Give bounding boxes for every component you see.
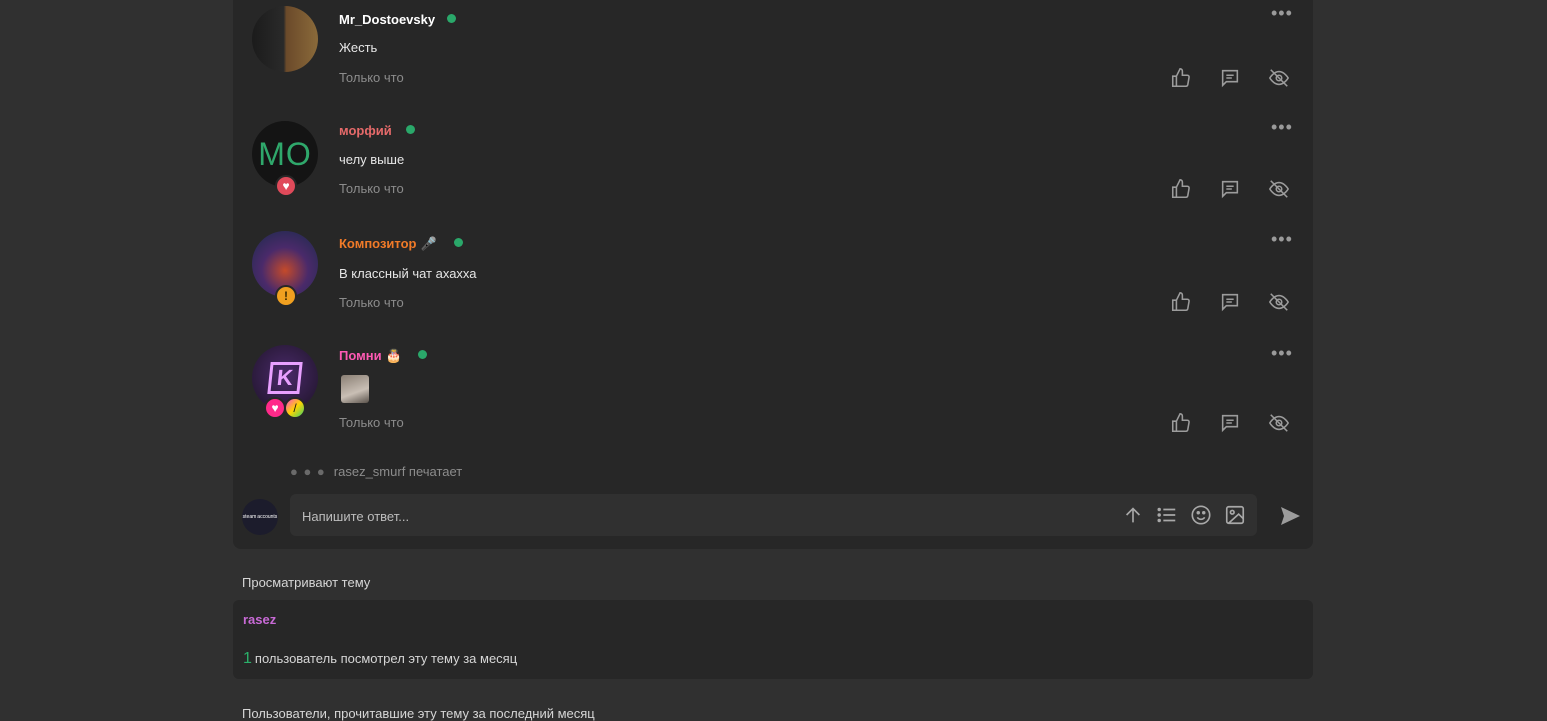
microphone-icon: 🎤 xyxy=(420,236,437,251)
comment-item: ! Композитор 🎤 В классный чат ахахха Толь… xyxy=(233,225,1313,335)
online-indicator xyxy=(418,350,427,359)
comment-text: Жесть xyxy=(339,40,378,55)
sticker-image[interactable] xyxy=(341,375,369,403)
hide-icon[interactable] xyxy=(1268,412,1292,436)
comment-time: Только что xyxy=(339,415,404,430)
avatar-line: steam xyxy=(242,513,257,520)
avatar-line: accounts xyxy=(257,513,278,520)
comment-text: В классный чат ахахха xyxy=(339,266,477,281)
comment-text: челу выше xyxy=(339,152,405,167)
list-icon[interactable] xyxy=(1156,504,1180,528)
comment-item: МО ♥ морфий челу выше Только что ••• xyxy=(233,111,1313,221)
reply-box xyxy=(290,494,1257,538)
like-icon[interactable] xyxy=(1170,412,1194,436)
readers-title: Пользователи, прочитавшие эту тему за по… xyxy=(242,706,595,721)
like-icon[interactable] xyxy=(1170,178,1194,202)
reply-icon[interactable] xyxy=(1219,67,1243,91)
current-user-avatar[interactable]: steam accounts xyxy=(242,499,278,535)
online-indicator xyxy=(406,125,415,134)
typing-text: rasez_smurf печатает xyxy=(333,464,463,479)
k-logo-icon: K xyxy=(267,362,303,394)
reply-icon[interactable] xyxy=(1219,291,1243,315)
comment-item: Mr_Dostoevsky Жесть Только что ••• xyxy=(233,0,1313,110)
hide-icon[interactable] xyxy=(1268,291,1292,315)
avatar-initials: МО xyxy=(258,135,312,172)
view-count: 1 xyxy=(243,650,252,667)
like-icon[interactable] xyxy=(1170,291,1194,315)
more-options-icon[interactable]: ••• xyxy=(1271,344,1292,362)
like-icon[interactable] xyxy=(1170,67,1194,91)
online-indicator xyxy=(454,238,463,247)
comment-item: K ♥ / Помни 🎂 Только что ••• xyxy=(233,338,1313,458)
username-text: Композитор xyxy=(339,236,417,251)
image-icon[interactable] xyxy=(1224,504,1248,528)
more-options-icon[interactable]: ••• xyxy=(1271,118,1292,136)
monthly-views: 1 пользователь посмотрел эту тему за меся… xyxy=(243,650,517,668)
reply-icon[interactable] xyxy=(1219,178,1243,202)
rainbow-badge-icon: / xyxy=(284,397,306,419)
viewers-title: Просматривают тему xyxy=(242,575,371,590)
username[interactable]: Помни 🎂 xyxy=(339,348,402,364)
more-options-icon[interactable]: ••• xyxy=(1271,230,1292,248)
username[interactable]: морфий xyxy=(339,123,392,138)
online-indicator xyxy=(447,14,456,23)
microphone-badge-icon: ! xyxy=(275,285,297,307)
send-icon[interactable] xyxy=(1278,504,1302,528)
view-count-text: пользователь посмотрел эту тему за месяц xyxy=(254,651,518,666)
username-text: Помни xyxy=(339,348,382,363)
comment-time: Только что xyxy=(339,181,404,196)
comments-panel: Mr_Dostoevsky Жесть Только что ••• МО ♥ … xyxy=(233,0,1313,549)
typing-indicator: ● ● ● rasez_smurf печатает xyxy=(290,464,462,479)
heart-badge-icon: ♥ xyxy=(264,397,286,419)
viewer-link[interactable]: rasez xyxy=(243,612,276,627)
heart-badge-icon: ♥ xyxy=(275,175,297,197)
comment-time: Только что xyxy=(339,70,404,85)
more-options-icon[interactable]: ••• xyxy=(1271,4,1292,22)
arrow-up-icon[interactable] xyxy=(1122,504,1146,528)
username[interactable]: Композитор 🎤 xyxy=(339,236,437,252)
username[interactable]: Mr_Dostoevsky xyxy=(339,12,435,27)
reply-icon[interactable] xyxy=(1219,412,1243,436)
cake-icon: 🎂 xyxy=(385,348,402,363)
comment-time: Только что xyxy=(339,295,404,310)
emoji-icon[interactable] xyxy=(1190,504,1214,528)
hide-icon[interactable] xyxy=(1268,67,1292,91)
avatar[interactable] xyxy=(252,6,318,72)
reply-input[interactable] xyxy=(300,494,1004,538)
viewers-panel: rasez 1 пользователь посмотрел эту тему з… xyxy=(233,600,1313,679)
typing-dots-icon: ● ● ● xyxy=(290,464,326,479)
hide-icon[interactable] xyxy=(1268,178,1292,202)
